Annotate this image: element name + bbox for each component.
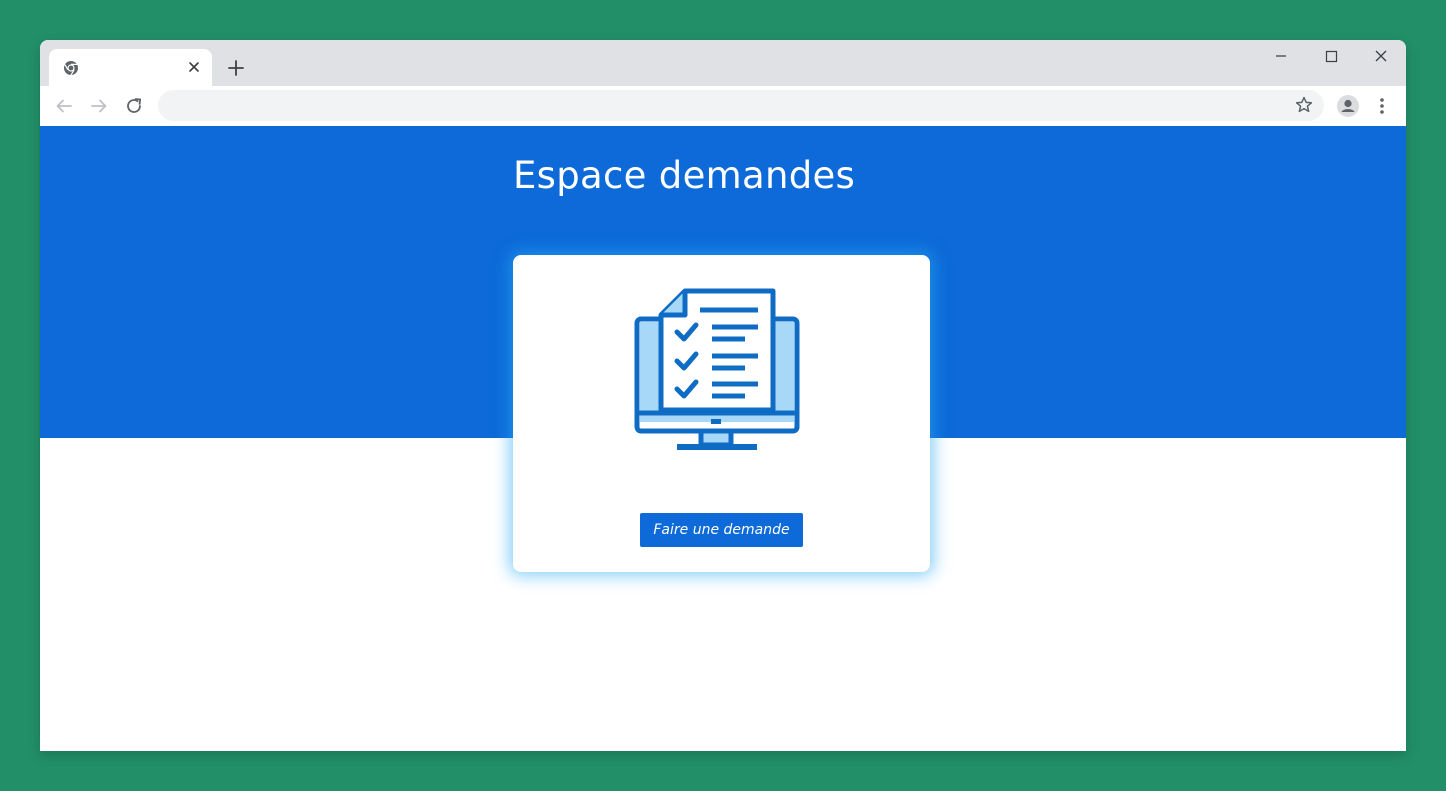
window-close-icon[interactable]	[1366, 46, 1396, 66]
arrow-left-icon[interactable]	[53, 95, 75, 117]
address-bar[interactable]	[158, 90, 1324, 123]
checklist-monitor-icon	[634, 288, 800, 450]
account-icon[interactable]	[1336, 94, 1360, 118]
make-request-button[interactable]: Faire une demande	[640, 513, 803, 547]
star-icon[interactable]	[1294, 95, 1314, 115]
browser-toolbar	[40, 86, 1406, 126]
plus-icon[interactable]	[225, 57, 247, 79]
tab-strip	[40, 40, 1406, 86]
page-viewport: Espace demandes Faire une demande	[40, 126, 1406, 751]
address-input[interactable]	[174, 90, 1278, 123]
minimize-icon[interactable]	[1266, 46, 1296, 66]
close-icon[interactable]	[185, 58, 203, 76]
browser-tab[interactable]	[49, 49, 212, 86]
reload-icon[interactable]	[123, 95, 145, 117]
page-title: Espace demandes	[513, 154, 856, 197]
browser-window: Espace demandes Faire une demande	[40, 40, 1406, 751]
arrow-right-icon[interactable]	[88, 95, 110, 117]
kebab-menu-icon[interactable]	[1372, 95, 1392, 117]
maximize-icon[interactable]	[1316, 46, 1346, 66]
chrome-icon	[64, 61, 78, 76]
request-card: Faire une demande	[513, 255, 930, 572]
